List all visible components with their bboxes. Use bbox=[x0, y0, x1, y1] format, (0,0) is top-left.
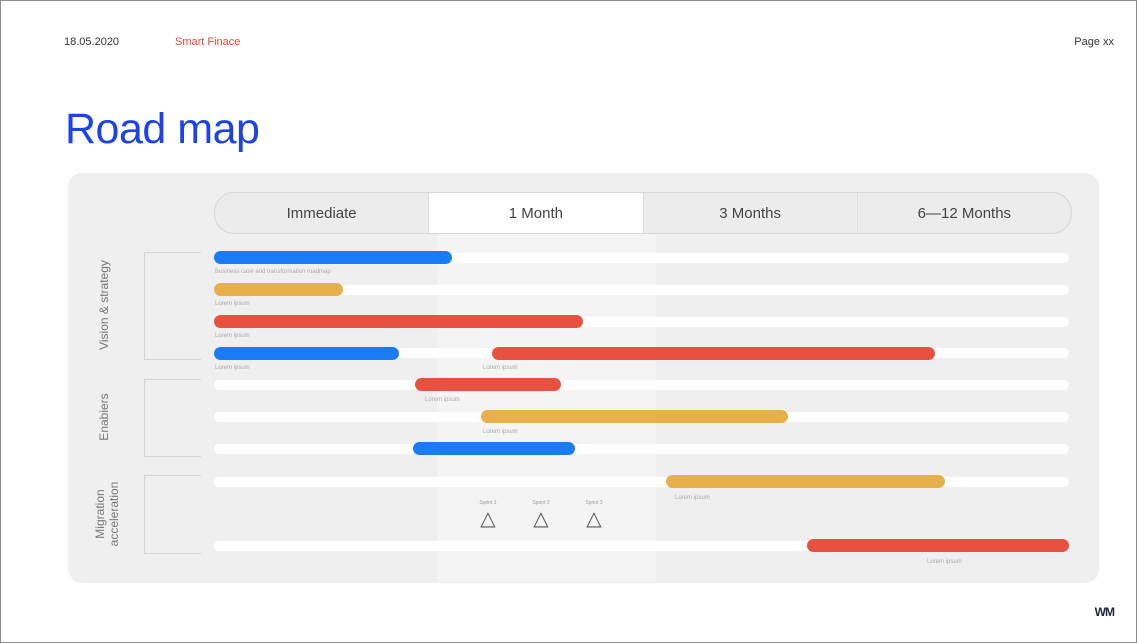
group-bracket-enablers bbox=[144, 379, 201, 457]
tab-immediate: Immediate bbox=[215, 193, 430, 233]
sprint-marker: Sprint 1 △ bbox=[471, 500, 505, 530]
bar-label: Lorem ipsum bbox=[215, 301, 250, 307]
sprint-marker: Sprint 2 △ bbox=[524, 500, 558, 530]
company-logo: WM bbox=[1094, 605, 1115, 619]
roadmap-bar-red bbox=[415, 378, 561, 391]
triangle-icon: △ bbox=[586, 508, 602, 530]
group-label-vision: Vision & strategy bbox=[97, 260, 111, 350]
roadmap-bar-orange bbox=[481, 410, 788, 423]
roadmap-bar-blue bbox=[214, 251, 452, 264]
roadmap-bar-red bbox=[807, 539, 1069, 552]
bar-label: Business case and transformation roadmap bbox=[215, 269, 331, 275]
tab-1-month: 1 Month bbox=[429, 193, 644, 233]
page-title: Road map bbox=[65, 105, 260, 153]
group-bracket-vision bbox=[144, 252, 201, 360]
track-row bbox=[214, 380, 1069, 390]
header-date: 18.05.2020 bbox=[64, 36, 120, 48]
sprint-label: Sprint 2 bbox=[532, 500, 550, 506]
bar-label: Lorem ipsum bbox=[425, 397, 460, 403]
triangle-icon: △ bbox=[533, 508, 549, 530]
sprint-label: Sprint 1 bbox=[479, 500, 497, 506]
bar-label: Lorem ipsum bbox=[483, 429, 518, 435]
roadmap-bar-red bbox=[492, 347, 935, 360]
slide: 18.05.2020 Smart Finace Page xx Road map… bbox=[0, 0, 1137, 643]
roadmap-bar-red bbox=[214, 315, 583, 328]
track-row bbox=[214, 444, 1069, 454]
roadmap-bar-orange bbox=[214, 283, 343, 296]
header-page-number: Page xx bbox=[1074, 36, 1114, 48]
group-bracket-migration bbox=[144, 475, 201, 554]
group-label-migration: Migration acceleration bbox=[93, 481, 121, 547]
header-brand: Smart Finace bbox=[175, 36, 241, 48]
roadmap-bar-blue bbox=[214, 347, 399, 360]
sprint-label: Sprint 3 bbox=[585, 500, 603, 506]
roadmap-bar-blue bbox=[413, 442, 575, 455]
bar-label: Lorem ipsum bbox=[927, 559, 962, 565]
tab-6-12-months: 6—12 Months bbox=[917, 204, 1012, 222]
bar-label: Lorem ipsum bbox=[675, 495, 710, 501]
bar-label: Lorem ipsum bbox=[215, 365, 250, 371]
sprint-marker: Sprint 3 △ bbox=[577, 500, 611, 530]
bar-label: Lorem ipsum bbox=[215, 333, 250, 339]
bar-label: Lorem ipsum bbox=[483, 365, 518, 371]
triangle-icon: △ bbox=[480, 508, 496, 530]
tab-3-months: 3 Months bbox=[644, 193, 858, 233]
timeline-header: Immediate 1 Month 3 Months 6—12 Months bbox=[214, 192, 1072, 234]
group-label-enablers: Enabiers bbox=[97, 393, 111, 441]
roadmap-bar-orange bbox=[666, 475, 945, 488]
